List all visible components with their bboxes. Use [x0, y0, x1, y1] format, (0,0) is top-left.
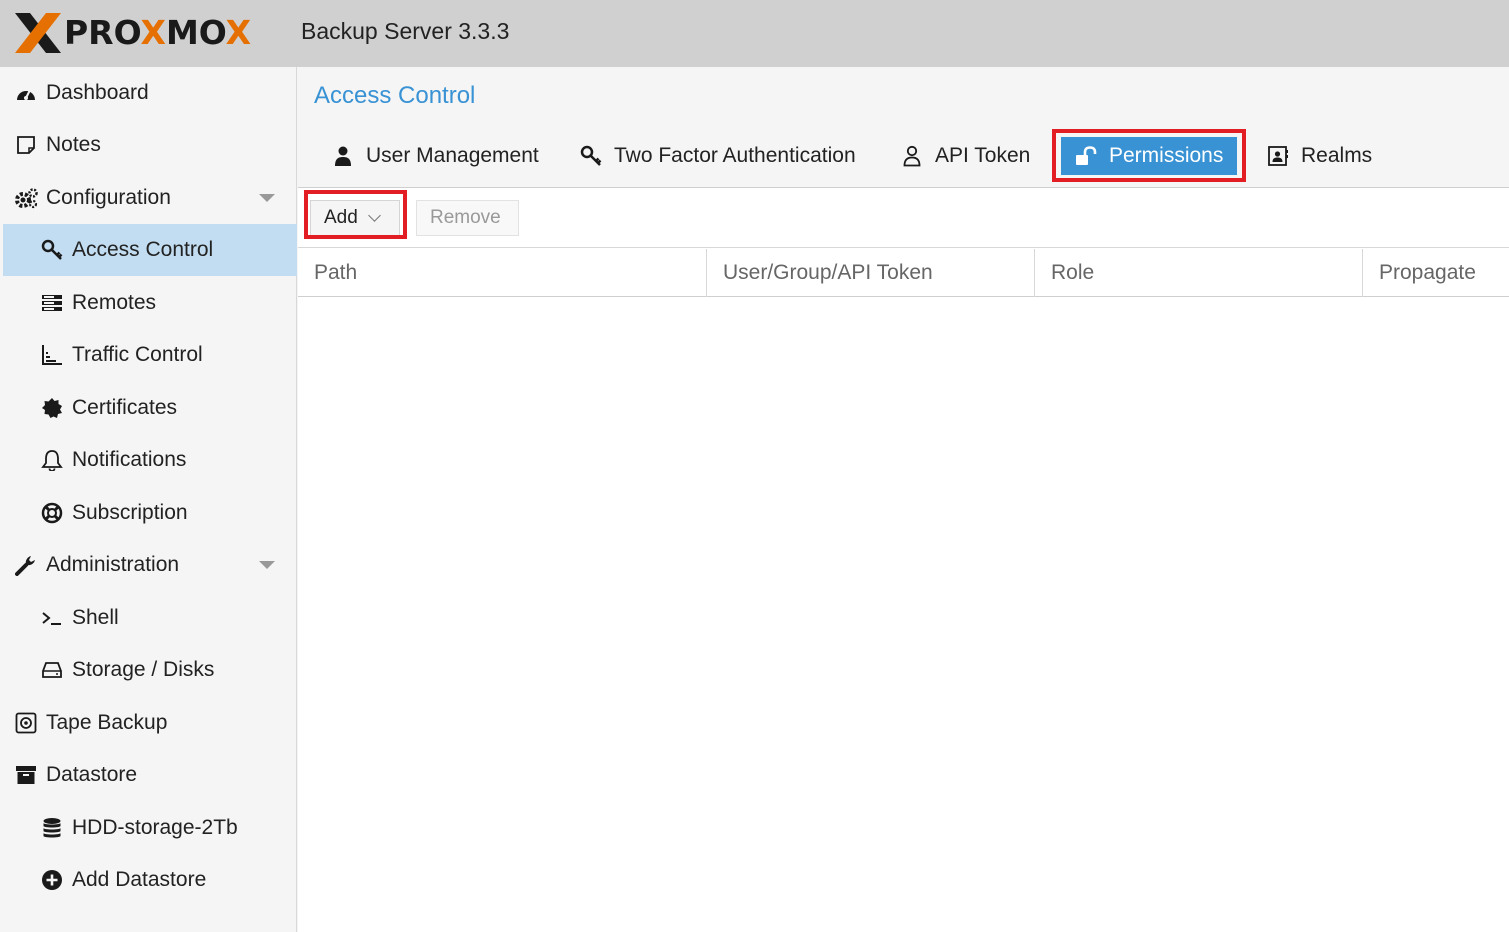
sidebar-item-dashboard[interactable]: Dashboard	[3, 67, 297, 119]
tab-label: Realms	[1301, 144, 1373, 167]
sidebar-item-hdd-storage[interactable]: HDD-storage-2Tb	[3, 802, 297, 854]
tab-two-factor-authentication[interactable]: Two Factor Authentication	[578, 137, 856, 175]
address-book-icon	[1265, 144, 1291, 168]
tab-label: Two Factor Authentication	[614, 144, 856, 167]
product-version: Backup Server 3.3.3	[301, 18, 510, 44]
app-header: PROXMOX Backup Server 3.3.3	[0, 0, 1509, 67]
user-outline-icon	[899, 144, 925, 168]
sidebar-item-label: Configuration	[46, 186, 171, 209]
column-header-propagate[interactable]: Propagate	[1363, 249, 1509, 297]
collapse-caret-icon[interactable]	[259, 561, 275, 569]
main-panel: Access Control User Management Two Facto…	[298, 67, 1509, 932]
highlight-add-button	[304, 190, 407, 239]
sidebar-item-label: Datastore	[46, 763, 138, 786]
logo-wordmark: PROXMOX	[64, 13, 252, 52]
server-icon	[39, 291, 65, 315]
dashboard-icon	[13, 81, 39, 105]
sidebar-item-access-control[interactable]: Access Control	[3, 224, 297, 276]
sidebar-item-certificates[interactable]: Certificates	[3, 382, 297, 434]
gears-icon	[13, 186, 39, 210]
collapse-caret-icon[interactable]	[259, 194, 275, 202]
tape-icon	[13, 711, 39, 735]
notes-icon	[13, 133, 39, 157]
sidebar-item-shell[interactable]: Shell	[3, 592, 297, 644]
sidebar-item-label: Administration	[46, 553, 180, 576]
bar-chart-icon	[39, 343, 65, 367]
sidebar-item-label: Subscription	[72, 501, 188, 524]
sidebar-item-label: Tape Backup	[46, 711, 168, 734]
proxmox-x-logo-icon	[15, 13, 61, 53]
archive-icon	[13, 763, 39, 787]
permissions-grid-header: Path User/Group/API Token Role Propagate	[298, 249, 1509, 297]
sidebar-item-label: Notes	[46, 133, 101, 156]
sidebar-item-subscription[interactable]: Subscription	[3, 487, 297, 539]
sidebar-item-administration[interactable]: Administration	[3, 539, 297, 591]
permissions-grid-body	[298, 298, 1509, 932]
tab-api-token[interactable]: API Token	[899, 137, 1030, 175]
certificate-icon	[39, 396, 65, 420]
key-icon	[39, 238, 65, 262]
tab-label: API Token	[935, 144, 1031, 167]
tab-label: User Management	[366, 144, 539, 167]
sidebar-item-notes[interactable]: Notes	[3, 119, 297, 171]
page-title: Access Control	[314, 82, 476, 109]
sidebar-item-configuration[interactable]: Configuration	[3, 172, 297, 224]
plus-circle-icon	[39, 868, 65, 892]
permissions-toolbar: Add Remove	[298, 189, 1509, 248]
sidebar-item-traffic-control[interactable]: Traffic Control	[3, 329, 297, 381]
navigation-sidebar: Dashboard Notes Configuration Access Con…	[3, 67, 297, 932]
tab-user-management[interactable]: User Management	[330, 137, 539, 175]
sidebar-item-label: Shell	[72, 606, 119, 629]
bell-icon	[39, 448, 65, 472]
key-icon	[578, 144, 604, 168]
sidebar-item-datastore[interactable]: Datastore	[3, 749, 297, 801]
user-icon	[330, 144, 356, 168]
database-icon	[39, 816, 65, 840]
sidebar-item-add-datastore[interactable]: Add Datastore	[3, 854, 297, 906]
column-header-role[interactable]: Role	[1035, 249, 1363, 297]
panel-header: Access Control User Management Two Facto…	[298, 67, 1509, 188]
wrench-icon	[13, 553, 39, 577]
remove-button[interactable]: Remove	[416, 200, 519, 236]
sidebar-item-label: Notifications	[72, 448, 187, 471]
column-header-path[interactable]: Path	[298, 249, 707, 297]
sidebar-item-notifications[interactable]: Notifications	[3, 434, 297, 486]
support-icon	[39, 501, 65, 525]
sidebar-item-label: Access Control	[72, 238, 214, 261]
sidebar-item-tape-backup[interactable]: Tape Backup	[3, 697, 297, 749]
sidebar-item-label: Add Datastore	[72, 868, 207, 891]
sidebar-item-label: Remotes	[72, 291, 157, 314]
terminal-icon	[39, 606, 65, 630]
sidebar-item-label: Dashboard	[46, 81, 149, 104]
sidebar-item-label: Storage / Disks	[72, 658, 215, 681]
highlight-permissions-tab	[1052, 129, 1246, 182]
sidebar-item-label: Certificates	[72, 396, 178, 419]
remove-button-label: Remove	[430, 207, 501, 228]
column-header-user-group-token[interactable]: User/Group/API Token	[707, 249, 1035, 297]
sidebar-item-label: Traffic Control	[72, 343, 203, 366]
sidebar-item-storage-disks[interactable]: Storage / Disks	[3, 644, 297, 696]
tab-realms[interactable]: Realms	[1265, 137, 1372, 175]
proxmox-logo[interactable]: PROXMOX	[12, 9, 251, 57]
sidebar-item-remotes[interactable]: Remotes	[3, 277, 297, 329]
hdd-icon	[39, 658, 65, 682]
sidebar-item-label: HDD-storage-2Tb	[72, 816, 238, 839]
